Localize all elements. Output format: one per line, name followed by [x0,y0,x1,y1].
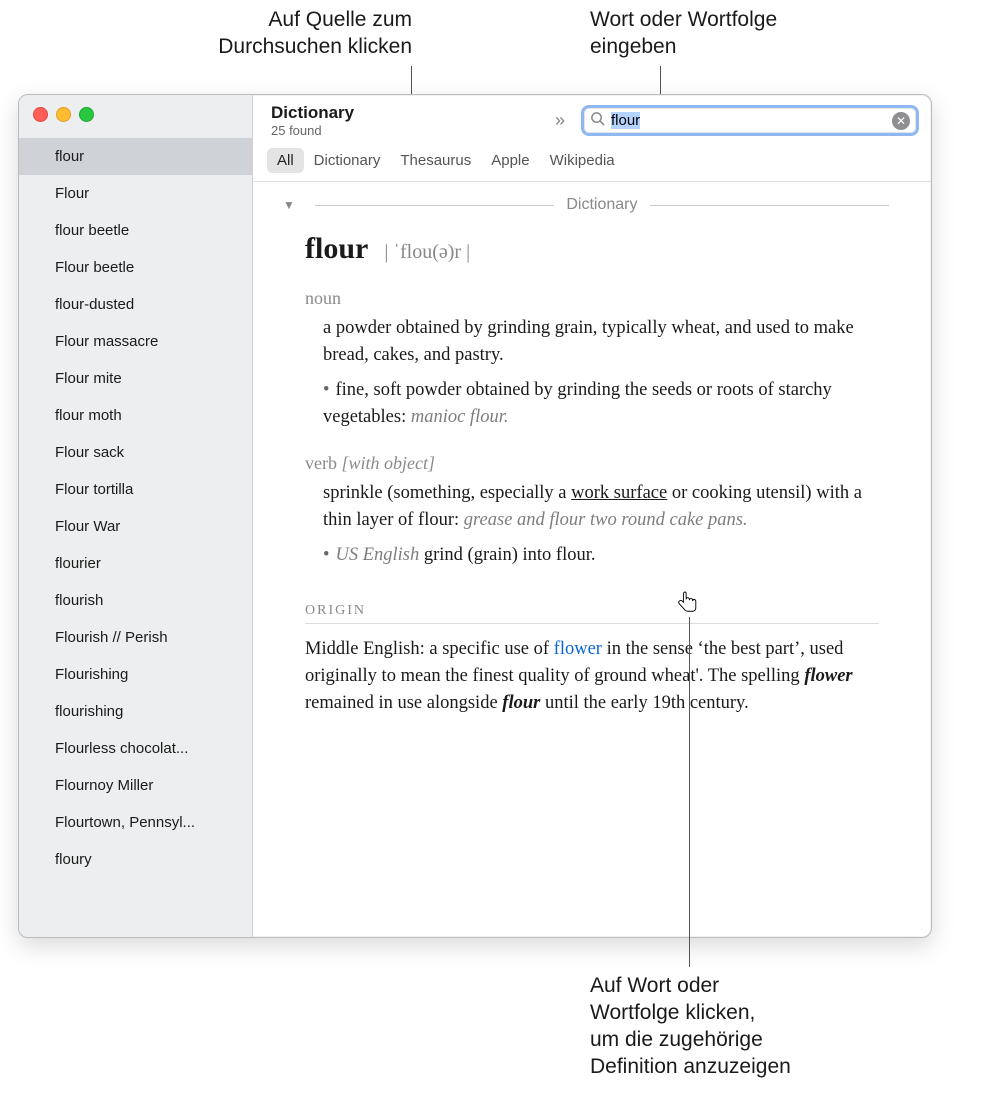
leader-line [689,617,690,967]
overflow-icon[interactable]: » [551,110,569,131]
sidebar-item[interactable]: Flour sack [19,434,252,471]
toolbar: Dictionary 25 found » ✕ [253,95,931,146]
sidebar-item[interactable]: flourish [19,582,252,619]
sidebar-item[interactable]: Flour [19,175,252,212]
section-header[interactable]: ▼ Dictionary [283,196,901,214]
origin-text: Middle English: a specific use of flower… [305,636,879,717]
sidebar-list: flourFlourflour beetleFlour beetleflour-… [19,132,252,937]
origin-heading: ORIGIN [305,603,879,624]
source-tab[interactable]: Apple [481,148,539,173]
close-icon[interactable] [33,107,48,122]
sidebar-item[interactable]: Flour mite [19,360,252,397]
pos-noun: noun [305,288,879,309]
sidebar-item[interactable]: Flour beetle [19,249,252,286]
noun-definition: a powder obtained by grinding grain, typ… [305,315,879,369]
callout-click-word: Auf Wort oder Wortfolge klicken, um die … [590,972,950,1080]
origin-link[interactable]: flower [554,639,602,659]
dictionary-window: flourFlourflour beetleFlour beetleflour-… [18,94,932,938]
sidebar-item[interactable]: flour beetle [19,212,252,249]
sidebar-item[interactable]: Flourish // Perish [19,619,252,656]
fullscreen-icon[interactable] [79,107,94,122]
verb-definition: sprinkle (something, especially a work s… [305,480,879,534]
sidebar-item[interactable]: flour [19,138,252,175]
window-controls [19,95,252,132]
sidebar: flourFlourflour beetleFlour beetleflour-… [19,95,253,937]
disclosure-triangle-icon[interactable]: ▼ [283,198,295,212]
sidebar-item[interactable]: floury [19,841,252,878]
window-title: Dictionary [271,103,539,123]
result-count: 25 found [271,123,539,138]
callout-search: Wort oder Wortfolge eingeben [590,6,850,60]
sidebar-item[interactable]: flour moth [19,397,252,434]
sidebar-item[interactable]: flour-dusted [19,286,252,323]
source-tab[interactable]: Wikipedia [540,148,625,173]
search-field[interactable]: ✕ [581,105,919,136]
sidebar-item[interactable]: Flournoy Miller [19,767,252,804]
clear-icon[interactable]: ✕ [892,112,910,130]
pronunciation: | ˈflou(ə)r | [384,241,470,263]
source-tab[interactable]: All [267,148,304,173]
sidebar-item[interactable]: Flourless chocolat... [19,730,252,767]
search-input[interactable] [609,111,892,130]
pos-verb: verb [with object] [305,453,879,474]
section-title: Dictionary [566,196,637,214]
sidebar-item[interactable]: Flour massacre [19,323,252,360]
headword: flour [305,232,368,265]
definition-content: ▼ Dictionary flour | ˈflou(ə)r | noun a … [253,182,931,937]
sidebar-item[interactable]: Flour tortilla [19,471,252,508]
search-icon [590,111,605,130]
callout-source: Auf Quelle zum Durchsuchen klicken [165,6,412,60]
verb-subdefinition: •US English grind (grain) into flour. [305,542,879,569]
source-tab[interactable]: Dictionary [304,148,391,173]
linked-term[interactable]: work surface [571,483,667,503]
sidebar-item[interactable]: Flour War [19,508,252,545]
sidebar-item[interactable]: flourier [19,545,252,582]
sidebar-item[interactable]: flourishing [19,693,252,730]
noun-subdefinition: •fine, soft powder obtained by grinding … [305,377,879,431]
source-tab[interactable]: Thesaurus [390,148,481,173]
source-tabs: AllDictionaryThesaurusAppleWikipedia [253,146,931,182]
sidebar-item[interactable]: Flourtown, Pennsyl... [19,804,252,841]
headword-line: flour | ˈflou(ə)r | [305,232,879,266]
sidebar-item[interactable]: Flourishing [19,656,252,693]
minimize-icon[interactable] [56,107,71,122]
main-pane: Dictionary 25 found » ✕ AllDictionaryThe… [253,95,931,937]
